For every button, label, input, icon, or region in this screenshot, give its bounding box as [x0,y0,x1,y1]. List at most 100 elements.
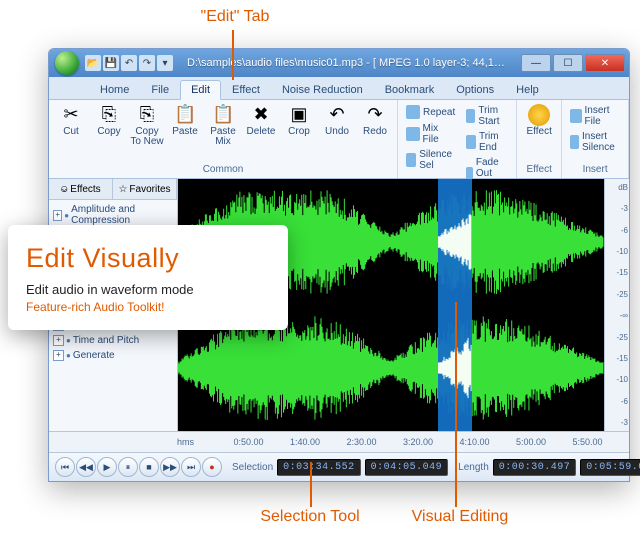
mix_file-button[interactable]: Mix File [404,121,458,147]
quick-access-toolbar: 📂 💾 ↶ ↷ ▾ [85,55,173,71]
window-controls: — ☐ ✕ [519,54,625,72]
qat-undo-icon[interactable]: ↶ [121,55,137,71]
repeat-icon [406,105,420,119]
sidebar-tab-effects[interactable]: ⎉Effects [49,179,113,199]
insert_silence-label: Insert Silence [582,131,620,153]
silence_sel-button[interactable]: Silence Sel [404,147,458,173]
trim_end-label: Trim End [479,131,508,153]
close-button[interactable]: ✕ [585,54,625,72]
crop-label: Crop [288,127,310,137]
minimize-button[interactable]: — [521,54,551,72]
record-button[interactable]: ● [202,457,222,477]
titlebar: 📂 💾 ↶ ↷ ▾ D:\samples\audio files\music01… [49,49,629,77]
ribbon-group-insert: Insert FileInsert Silence Insert [562,100,629,178]
group-label-effect: Effect [521,163,557,176]
stop-button[interactable]: ■ [139,457,159,477]
mix_file-label: Mix File [423,123,456,145]
group-label-common: Common [53,163,393,176]
rewind-button[interactable]: ◀◀ [76,457,96,477]
effect-button[interactable]: Effect [521,102,557,139]
sidebar-tab-favorites[interactable]: ☆Favorites [113,179,177,199]
tab-help[interactable]: Help [505,80,550,100]
time-axis: hms0:50.001:40.002:30.003:20.004:10.005:… [49,431,629,452]
tab-effect[interactable]: Effect [221,80,271,100]
qat-dropdown-icon[interactable]: ▾ [157,55,173,71]
crop-button[interactable]: ▣Crop [281,102,317,139]
qat-open-icon[interactable]: 📂 [85,55,101,71]
selection-start-display[interactable]: 0:03:34.552 [277,459,361,476]
app-orb-icon[interactable] [55,51,79,75]
copy-button[interactable]: ⎘Copy [91,102,127,139]
expand-icon[interactable]: + [53,210,62,221]
tree-node[interactable]: +●Time and Pitch [49,333,177,348]
db-tick: -3 [606,418,628,427]
goto-start-button[interactable]: ⏮ [55,457,75,477]
silence_sel-icon [406,153,416,167]
selection-end-display[interactable]: 0:04:05.049 [365,459,449,476]
tab-edit[interactable]: Edit [180,80,221,100]
maximize-button[interactable]: ☐ [553,54,583,72]
insert_file-button[interactable]: Insert File [568,103,622,129]
status-bar: ⏮ ◀◀ ▶ ⏸ ■ ▶▶ ⏭ ● Selection 0:03:34.552 … [49,452,629,481]
goto-end-button[interactable]: ⏭ [181,457,201,477]
db-tick: dB [606,183,628,192]
ribbon: ✂Cut⎘Copy⎘Copy To New📋Paste📋Paste Mix✖De… [49,100,629,179]
tree-node-label: Generate [73,350,115,361]
repeat-button[interactable]: Repeat [404,103,458,121]
tab-file[interactable]: File [140,80,180,100]
trim_end-button[interactable]: Trim End [464,129,510,155]
db-tick: -10 [606,247,628,256]
cut-button[interactable]: ✂Cut [53,102,89,139]
insert_silence-button[interactable]: Insert Silence [568,129,622,155]
copy-label: Copy [97,127,120,137]
pointer-edit-tab [232,30,234,80]
tree-node-label: Time and Pitch [73,335,139,346]
qat-save-icon[interactable]: 💾 [103,55,119,71]
redo-button[interactable]: ↷Redo [357,102,393,139]
qat-redo-icon[interactable]: ↷ [139,55,155,71]
length-a-display[interactable]: 0:00:30.497 [493,459,577,476]
callout-title: Edit Visually [26,243,270,274]
db-tick: -15 [606,268,628,277]
pause-button[interactable]: ⏸ [118,457,138,477]
play-button[interactable]: ▶ [97,457,117,477]
copy_to_new-button[interactable]: ⎘Copy To New [129,102,165,149]
time-tick: 3:20.00 [403,437,460,447]
expand-icon[interactable]: + [53,335,64,346]
tab-home[interactable]: Home [89,80,140,100]
trim_end-icon [466,135,476,149]
expand-icon[interactable]: + [53,350,64,361]
db-tick: -15 [606,354,628,363]
clipboard-icon: 📋 [212,104,234,126]
callout-line1: Edit audio in waveform mode [26,282,270,297]
redo-label: Redo [363,127,387,137]
delete-label: Delete [247,127,276,137]
window-title: D:\samples\audio files\music01.mp3 - [ M… [179,57,519,69]
tab-options[interactable]: Options [445,80,505,100]
tab-bookmark[interactable]: Bookmark [374,80,446,100]
paste_mix-button[interactable]: 📋Paste Mix [205,102,241,149]
length-b-display[interactable]: 0:05:59.003 [580,459,640,476]
forward-button[interactable]: ▶▶ [160,457,180,477]
trim_start-button[interactable]: Trim Start [464,103,510,129]
annotation-selection-tool: Selection Tool [250,508,370,526]
time-tick: 0:50.00 [234,437,291,447]
tab-noise-reduction[interactable]: Noise Reduction [271,80,374,100]
star-icon: ☆ [118,184,127,195]
paste-button[interactable]: 📋Paste [167,102,203,139]
ribbon-group-extend: Repeat Mix FileSilence Sel Trim Start Trim… [398,100,517,178]
transport-controls: ⏮ ◀◀ ▶ ⏸ ■ ▶▶ ⏭ ● [55,457,222,477]
tree-node[interactable]: +●Generate [49,348,177,363]
db-scale: dB-3-6-10-15-25-∞-25-15-10-6-3 [604,179,629,431]
delete-button[interactable]: ✖Delete [243,102,279,139]
time-tick: hms [177,437,234,447]
selection-label: Selection [232,462,273,473]
mix_file-icon [406,127,420,141]
time-tick: 5:00.00 [516,437,573,447]
sparkle-icon [528,104,550,126]
delete-icon: ✖ [250,104,272,126]
trim_start-label: Trim Start [478,105,508,127]
undo-icon: ↶ [326,104,348,126]
db-tick: -10 [606,375,628,384]
undo-button[interactable]: ↶Undo [319,102,355,139]
